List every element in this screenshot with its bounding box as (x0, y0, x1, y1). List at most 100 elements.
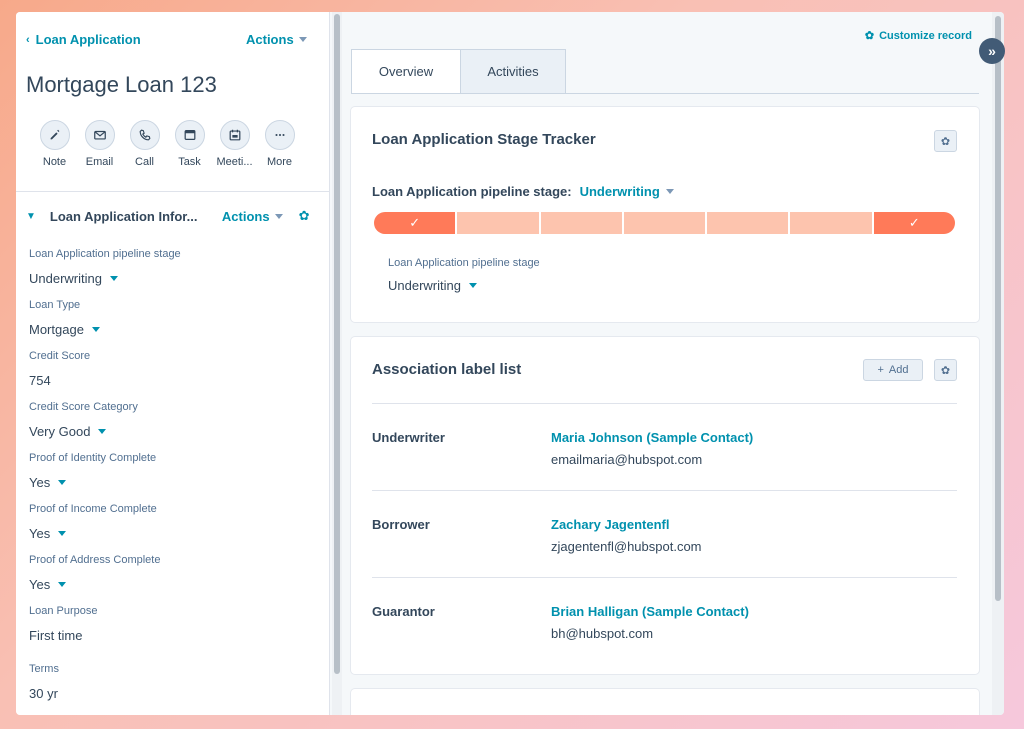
pipeline-stage-property: Loan Application pipeline stage Underwri… (388, 257, 540, 293)
actions-dropdown[interactable]: Actions (246, 32, 307, 47)
property-item: Proof of Income Complete Yes (29, 503, 319, 541)
property-value[interactable]: Underwriting (388, 278, 540, 293)
property-value[interactable]: First time (29, 627, 319, 643)
association-role: Underwriter (372, 430, 445, 445)
chevron-down-icon[interactable]: ▼ (26, 211, 36, 222)
property-label: Credit Score Category (29, 401, 138, 413)
check-icon: ✓ (409, 215, 421, 230)
section-header: ▼ Loan Application Infor... Actions ✿ (26, 208, 316, 224)
property-label: Loan Application pipeline stage (388, 257, 540, 269)
back-link-label: Loan Application (35, 32, 141, 47)
association-list: Underwriter Maria Johnson (Sample Contac… (372, 403, 957, 664)
chevron-left-icon: ‹ (26, 33, 30, 46)
property-label: Proof of Identity Complete (29, 452, 157, 464)
contact-name-link[interactable]: Zachary Jagentenfl (551, 517, 670, 532)
property-value[interactable]: Mortgage (29, 321, 319, 337)
contact-email: emailmaria@hubspot.com (551, 452, 703, 467)
property-value[interactable]: Yes (29, 576, 319, 592)
property-value[interactable]: Yes (29, 525, 319, 541)
property-value[interactable]: Underwriting (29, 270, 319, 286)
more-action[interactable]: More (263, 120, 296, 168)
caret-down-icon (58, 530, 67, 536)
meeting-action[interactable]: Meeti... (216, 120, 253, 168)
email-action-label: Email (85, 156, 114, 168)
pipeline-stage-line: Loan Application pipeline stage: Underwr… (372, 184, 674, 199)
property-item: Credit Score 754 (29, 350, 319, 388)
card-settings-button[interactable]: ✿ (934, 130, 957, 152)
caret-down-icon (58, 479, 67, 485)
card-title: Association label list (372, 361, 522, 378)
task-action-label: Task (178, 156, 201, 168)
back-link[interactable]: ‹ Loan Application (26, 32, 141, 47)
email-action[interactable]: Email (83, 120, 116, 168)
property-item: Loan Type Mortgage (29, 299, 319, 337)
meeting-action-label: Meeti... (216, 156, 253, 168)
property-label: Credit Score (29, 350, 91, 362)
property-value[interactable]: 754 (29, 372, 319, 388)
expand-sidebar-button[interactable]: » (979, 38, 1005, 64)
call-action-label: Call (135, 156, 154, 168)
sidebar-scrollbar[interactable] (332, 12, 342, 715)
call-action[interactable]: Call (128, 120, 161, 168)
main-scrollbar[interactable] (992, 12, 1004, 715)
tracker-stage[interactable] (457, 212, 539, 234)
association-role: Guarantor (372, 604, 435, 619)
task-icon (174, 120, 205, 150)
tab-overview[interactable]: Overview (351, 49, 461, 94)
pipeline-stage-label: Loan Application pipeline stage: (372, 184, 572, 199)
note-action-label: Note (42, 156, 67, 168)
list-item: Borrower Zachary Jagentenfl zjagentenfl@… (372, 490, 957, 577)
tab-activities[interactable]: Activities (461, 49, 566, 94)
list-item: Guarantor Brian Halligan (Sample Contact… (372, 577, 957, 664)
customize-record-link[interactable]: ✿ Customize record (865, 29, 972, 43)
property-item: Loan Application pipeline stage Underwri… (29, 248, 319, 286)
section-actions-dropdown[interactable]: Actions (222, 209, 283, 224)
contact-name-link[interactable]: Maria Johnson (Sample Contact) (551, 430, 753, 445)
add-button[interactable]: + Add (863, 359, 923, 381)
contact-name-link[interactable]: Brian Halligan (Sample Contact) (551, 604, 749, 619)
caret-down-icon (298, 37, 307, 42)
edit-icon (39, 120, 70, 150)
contact-email: zjagentenfl@hubspot.com (551, 539, 702, 554)
card-title: Loan Application Stage Tracker (372, 131, 596, 148)
divider (16, 191, 330, 192)
tracker-stage[interactable] (623, 212, 706, 234)
caret-down-icon (274, 213, 283, 219)
gear-icon: ✿ (940, 135, 951, 148)
customize-record-label: Customize record (879, 29, 972, 42)
pipeline-stage-dropdown[interactable]: Underwriting (580, 184, 674, 199)
actions-label: Actions (246, 32, 294, 47)
property-item: Credit Score Category Very Good (29, 401, 319, 439)
more-action-label: More (266, 156, 293, 168)
tracker-stage[interactable]: ✓ (873, 212, 955, 234)
tracker-stage[interactable]: ✓ (374, 212, 456, 234)
property-value[interactable]: 30 yr (29, 685, 319, 701)
tracker-stage[interactable] (540, 212, 622, 234)
card-settings-button[interactable]: ✿ (934, 359, 957, 381)
plus-icon: + (877, 364, 884, 376)
caret-down-icon (468, 283, 477, 288)
association-role: Borrower (372, 517, 430, 532)
app-frame: ‹ Loan Application Actions Mortgage Loan… (16, 12, 1004, 715)
property-value[interactable]: Very Good (29, 423, 319, 439)
section-title[interactable]: Loan Application Infor... (50, 209, 210, 224)
property-label: Terms (29, 663, 59, 675)
tracker-stage[interactable] (707, 212, 789, 234)
quick-actions: Note Email Call Task Meeti... More (38, 120, 296, 168)
check-icon: ✓ (908, 215, 920, 230)
note-action[interactable]: Note (38, 120, 71, 168)
record-title: Mortgage Loan 123 (26, 72, 217, 97)
scrollbar-thumb[interactable] (334, 14, 340, 674)
tracker-stage[interactable] (790, 212, 872, 234)
scrollbar-thumb[interactable] (995, 16, 1001, 601)
property-label: Loan Purpose (29, 605, 98, 617)
caret-down-icon (98, 428, 107, 434)
gear-icon[interactable]: ✿ (299, 208, 310, 224)
task-action[interactable]: Task (173, 120, 206, 168)
property-label: Loan Application pipeline stage (29, 248, 181, 260)
properties-list: Loan Application pipeline stage Underwri… (29, 248, 319, 714)
section-actions-label: Actions (221, 208, 270, 224)
list-item: Underwriter Maria Johnson (Sample Contac… (372, 403, 957, 490)
email-icon (84, 120, 115, 150)
property-value[interactable]: Yes (29, 474, 319, 490)
